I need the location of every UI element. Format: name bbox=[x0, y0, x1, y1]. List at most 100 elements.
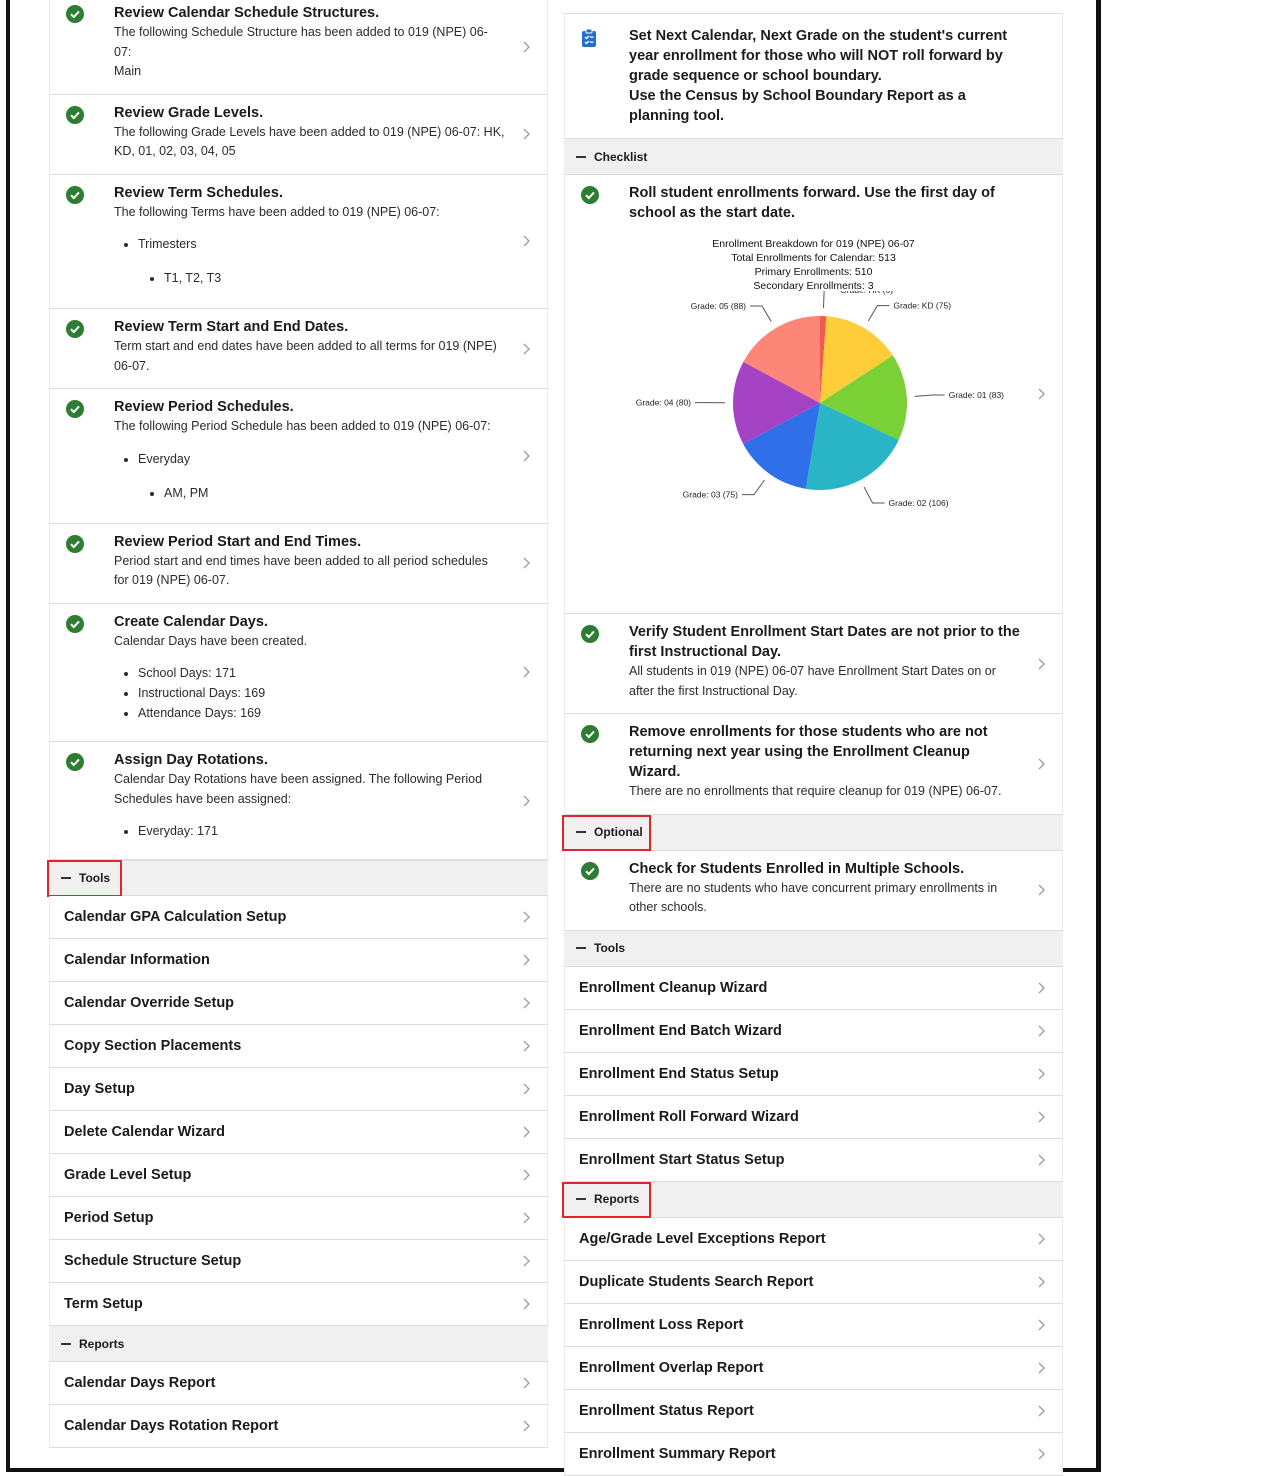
chevron-right-icon[interactable] bbox=[1034, 1318, 1048, 1332]
chevron-right-icon[interactable] bbox=[1034, 1361, 1048, 1375]
tool-link[interactable]: Calendar Override Setup bbox=[49, 982, 548, 1025]
task-title: Review Term Start and End Dates. bbox=[114, 317, 505, 337]
tool-link[interactable]: Schedule Structure Setup bbox=[49, 1240, 548, 1283]
report-link[interactable]: Enrollment Loss Report bbox=[564, 1304, 1063, 1347]
chevron-right-icon[interactable] bbox=[519, 1168, 533, 1182]
reports-section-header[interactable]: Reports bbox=[564, 1182, 1063, 1218]
checklist-task[interactable]: Review Grade Levels.The following Grade … bbox=[49, 95, 548, 175]
chart-header-line: Total Enrollments for Calendar: 513 bbox=[565, 251, 1062, 265]
list-item: Attendance Days: 169 bbox=[138, 703, 505, 723]
tool-link[interactable]: Period Setup bbox=[49, 1197, 548, 1240]
chevron-right-icon[interactable] bbox=[519, 1039, 533, 1053]
collapse-minus-icon[interactable] bbox=[576, 947, 586, 949]
completed-check-icon bbox=[66, 320, 84, 338]
chevron-right-icon[interactable] bbox=[519, 794, 533, 808]
report-link[interactable]: Enrollment Summary Report bbox=[564, 1433, 1063, 1476]
reports-section-header[interactable]: Reports bbox=[49, 1326, 548, 1362]
tools-section-header[interactable]: Tools bbox=[49, 860, 548, 896]
checklist-task[interactable]: Review Term Start and End Dates.Term sta… bbox=[49, 309, 548, 389]
chevron-right-icon[interactable] bbox=[519, 1419, 533, 1433]
chevron-right-icon[interactable] bbox=[519, 1254, 533, 1268]
chevron-right-icon[interactable] bbox=[519, 1082, 533, 1096]
verify-dates-task[interactable]: Verify Student Enrollment Start Dates ar… bbox=[564, 614, 1063, 714]
task-title: Roll student enrollments forward. Use th… bbox=[629, 183, 1020, 223]
chevron-right-icon[interactable] bbox=[519, 996, 533, 1010]
chevron-right-icon[interactable] bbox=[519, 665, 533, 679]
chevron-right-icon[interactable] bbox=[1034, 1067, 1048, 1081]
multiple-schools-task[interactable]: Check for Students Enrolled in Multiple … bbox=[564, 851, 1063, 931]
report-link[interactable]: Calendar Days Report bbox=[49, 1362, 548, 1405]
tool-link[interactable]: Copy Section Placements bbox=[49, 1025, 548, 1068]
tool-link[interactable]: Enrollment End Status Setup bbox=[564, 1053, 1063, 1096]
sub-bullet-list: T1, T2, T3 bbox=[138, 268, 505, 288]
link-label: Delete Calendar Wizard bbox=[64, 1124, 225, 1140]
slice-leader-line bbox=[915, 395, 945, 396]
remove-enrollments-task[interactable]: Remove enrollments for those students wh… bbox=[564, 714, 1063, 815]
chevron-right-icon[interactable] bbox=[519, 234, 533, 248]
optional-section-header[interactable]: Optional bbox=[564, 815, 1063, 851]
tool-link[interactable]: Enrollment Start Status Setup bbox=[564, 1139, 1063, 1182]
checklist-task[interactable]: Review Period Start and End Times.Period… bbox=[49, 524, 548, 604]
link-label: Schedule Structure Setup bbox=[64, 1253, 241, 1269]
chevron-right-icon[interactable] bbox=[1034, 1232, 1048, 1246]
chevron-right-icon[interactable] bbox=[1034, 657, 1048, 671]
report-link[interactable]: Age/Grade Level Exceptions Report bbox=[564, 1218, 1063, 1261]
report-link[interactable]: Enrollment Overlap Report bbox=[564, 1347, 1063, 1390]
checklist-task[interactable]: Create Calendar Days.Calendar Days have … bbox=[49, 604, 548, 743]
chevron-right-icon[interactable] bbox=[519, 127, 533, 141]
tool-link[interactable]: Enrollment Roll Forward Wizard bbox=[564, 1096, 1063, 1139]
chevron-right-icon[interactable] bbox=[519, 953, 533, 967]
chevron-right-icon[interactable] bbox=[1034, 1447, 1048, 1461]
tool-link[interactable]: Calendar Information bbox=[49, 939, 548, 982]
tool-link[interactable]: Grade Level Setup bbox=[49, 1154, 548, 1197]
checklist-section-header[interactable]: Checklist bbox=[564, 139, 1063, 175]
tool-link[interactable]: Calendar GPA Calculation Setup bbox=[49, 896, 548, 939]
chevron-right-icon[interactable] bbox=[1034, 1024, 1048, 1038]
tool-link[interactable]: Enrollment Cleanup Wizard bbox=[564, 967, 1063, 1010]
slice-leader-line bbox=[742, 480, 765, 495]
collapse-minus-icon[interactable] bbox=[61, 1343, 71, 1345]
chevron-right-icon[interactable] bbox=[1034, 1275, 1048, 1289]
chevron-right-icon[interactable] bbox=[1034, 387, 1048, 401]
tools-section-header[interactable]: Tools bbox=[564, 931, 1063, 967]
chevron-right-icon[interactable] bbox=[519, 1297, 533, 1311]
list-item: T1, T2, T3 bbox=[164, 268, 505, 288]
window-frame-right bbox=[1096, 0, 1101, 1472]
link-label: Enrollment Cleanup Wizard bbox=[579, 980, 767, 996]
tool-link[interactable]: Term Setup bbox=[49, 1283, 548, 1326]
chevron-right-icon[interactable] bbox=[519, 342, 533, 356]
list-item-text: Trimesters bbox=[138, 237, 197, 251]
left-column: Review Calendar Schedule Structures.The … bbox=[49, 0, 548, 1448]
chevron-right-icon[interactable] bbox=[519, 1211, 533, 1225]
chevron-right-icon[interactable] bbox=[519, 1376, 533, 1390]
tool-link[interactable]: Delete Calendar Wizard bbox=[49, 1111, 548, 1154]
chevron-right-icon[interactable] bbox=[1034, 981, 1048, 995]
instruction-line-1: Set Next Calendar, Next Grade on the stu… bbox=[629, 26, 1020, 86]
chevron-right-icon[interactable] bbox=[1034, 1404, 1048, 1418]
chevron-right-icon[interactable] bbox=[519, 910, 533, 924]
checklist-task[interactable]: Review Calendar Schedule Structures.The … bbox=[49, 0, 548, 95]
chevron-right-icon[interactable] bbox=[519, 1125, 533, 1139]
chevron-right-icon[interactable] bbox=[1034, 883, 1048, 897]
roll-forward-task[interactable]: Roll student enrollments forward. Use th… bbox=[564, 175, 1063, 614]
chevron-right-icon[interactable] bbox=[519, 40, 533, 54]
task-description: All students in 019 (NPE) 06-07 have Enr… bbox=[629, 662, 1020, 701]
slice-label: Grade: 04 (80) bbox=[636, 398, 691, 408]
report-link[interactable]: Calendar Days Rotation Report bbox=[49, 1405, 548, 1448]
chevron-right-icon[interactable] bbox=[1034, 757, 1048, 771]
report-link[interactable]: Enrollment Status Report bbox=[564, 1390, 1063, 1433]
window-frame-left bbox=[6, 0, 10, 1472]
report-link[interactable]: Duplicate Students Search Report bbox=[564, 1261, 1063, 1304]
chevron-right-icon[interactable] bbox=[519, 449, 533, 463]
tool-link[interactable]: Enrollment End Batch Wizard bbox=[564, 1010, 1063, 1053]
checklist-task[interactable]: Review Period Schedules.The following Pe… bbox=[49, 389, 548, 524]
chevron-right-icon[interactable] bbox=[1034, 1110, 1048, 1124]
chevron-right-icon[interactable] bbox=[1034, 1153, 1048, 1167]
chevron-right-icon[interactable] bbox=[519, 556, 533, 570]
tool-link[interactable]: Day Setup bbox=[49, 1068, 548, 1111]
checklist-task[interactable]: Review Term Schedules.The following Term… bbox=[49, 175, 548, 310]
completed-check-icon bbox=[66, 615, 84, 633]
collapse-minus-icon[interactable] bbox=[576, 156, 586, 158]
completed-check-icon bbox=[66, 400, 84, 418]
checklist-task[interactable]: Assign Day Rotations.Calendar Day Rotati… bbox=[49, 742, 548, 860]
